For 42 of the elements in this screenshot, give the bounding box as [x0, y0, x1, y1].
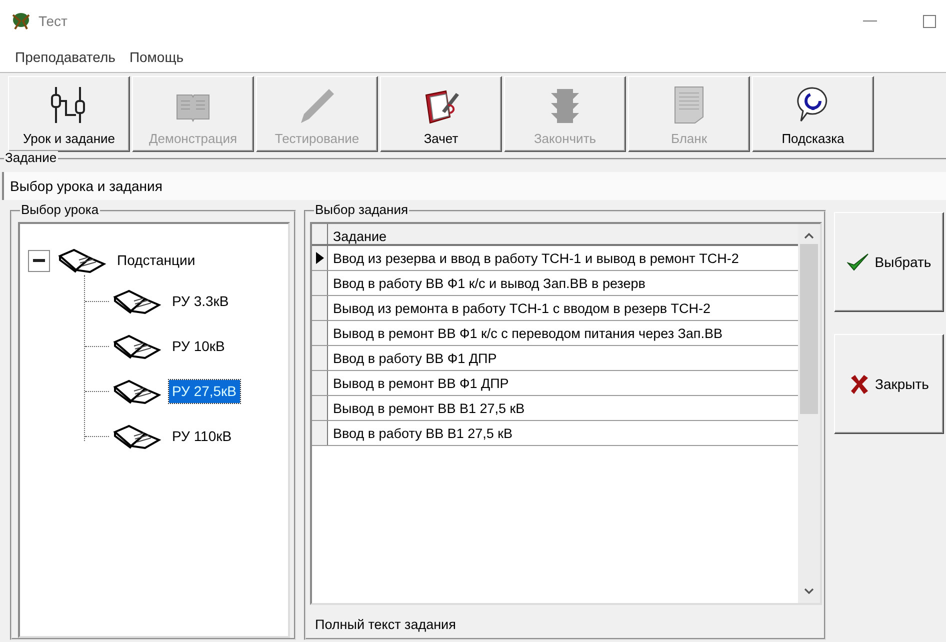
book-icon	[58, 248, 106, 274]
close-icon	[849, 374, 870, 394]
toolbar-button[interactable]: Подсказка	[752, 76, 874, 152]
table-cell[interactable]: Вывод в ремонт ВВ Ф1 ДПР	[328, 371, 798, 395]
table-cell[interactable]: Ввод в работу ВВ Ф1 к/с и вывод Зап.ВВ в резерв	[328, 271, 798, 295]
group-label: Задание	[4, 151, 58, 165]
maximize-icon[interactable]	[923, 14, 936, 28]
check-icon	[846, 252, 869, 272]
book-icon	[113, 334, 161, 360]
group-label: Выбор задания	[314, 203, 410, 217]
book-icon	[113, 424, 161, 450]
row-indicator[interactable]	[312, 246, 328, 270]
minus-icon	[33, 258, 45, 262]
table-cell[interactable]: Ввод в работу ВВ Ф1 ДПР	[328, 346, 798, 370]
book-icon	[113, 378, 161, 404]
menu-item[interactable]: Помощь	[122, 44, 191, 70]
tree-item[interactable]: РУ 3.3кВ	[169, 290, 232, 313]
section-label: Полный текст задания	[314, 616, 457, 634]
toolbar-button[interactable]: Зачет	[380, 76, 502, 152]
table-cell[interactable]: Ввод в работу ВВ В1 27,5 кВ	[328, 421, 798, 445]
scrollbar[interactable]	[798, 224, 820, 603]
tree-item[interactable]: РУ 27,5кВ	[169, 380, 240, 403]
tree-item[interactable]: РУ 10кВ	[169, 335, 228, 358]
column-header[interactable]: Задание	[328, 224, 392, 244]
toolbar-button[interactable]: Урок и задание	[8, 76, 130, 152]
collapse-toggle[interactable]	[28, 250, 50, 272]
tree-item[interactable]: Подстанции	[114, 249, 198, 272]
menu-item[interactable]: Преподаватель	[8, 44, 122, 70]
table-cell[interactable]: Ввод из резерва и ввод в работу ТСН-1 и вывод в ремонт ТСН-2	[328, 246, 798, 270]
group-label: Выбор урока	[20, 203, 100, 217]
scroll-down-icon[interactable]	[804, 586, 814, 595]
app-icon	[10, 11, 32, 31]
action-button[interactable]: Закрыть	[834, 334, 944, 434]
scroll-up-icon[interactable]	[804, 232, 814, 240]
window-title: Тест	[38, 12, 68, 30]
table-cell[interactable]: Вывод в ремонт ВВ В1 27,5 кВ	[328, 396, 798, 420]
action-button[interactable]: Выбрать	[834, 212, 944, 312]
tree-item[interactable]: РУ 110кВ	[169, 425, 235, 448]
task-caption: Выбор урока и задания	[2, 172, 946, 200]
book-icon	[113, 288, 161, 314]
table-cell[interactable]: Вывод в ремонт ВВ Ф1 к/с с переводом питания через Зап.ВВ	[328, 321, 798, 345]
table-cell[interactable]: Вывод из ремонта в работу ТСН-1 с вводом в резерв ТСН-2	[328, 296, 798, 320]
